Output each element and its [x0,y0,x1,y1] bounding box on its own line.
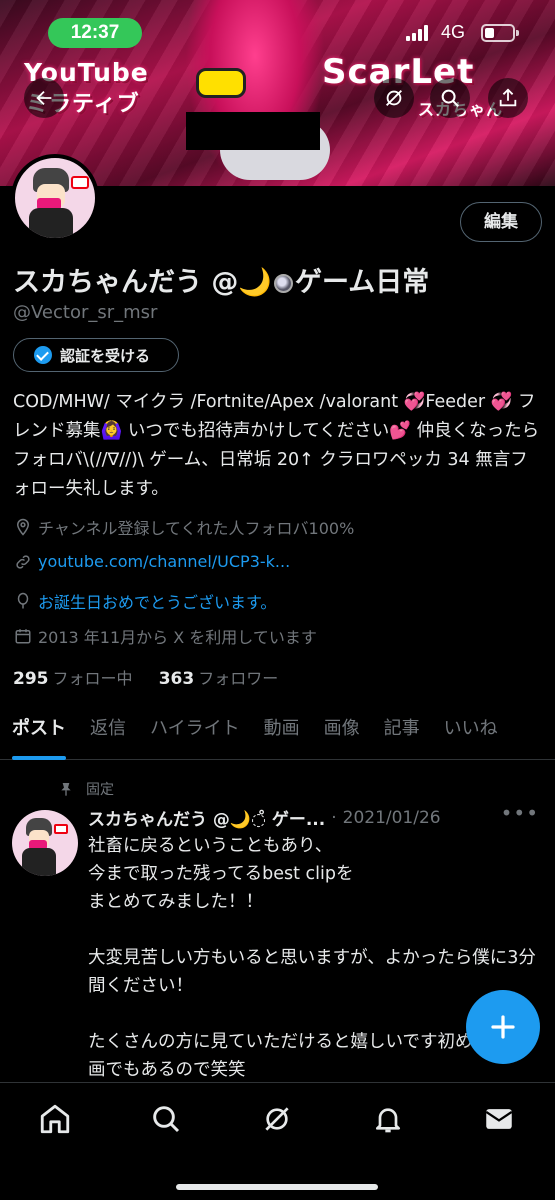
get-verified-button[interactable]: 認証を受ける [13,338,179,372]
profile-link: youtube.com/channel/UCP3-k... [14,552,290,571]
mail-icon [485,1109,513,1129]
tab-replies-label: 返信 [90,718,126,739]
tab-videos[interactable]: 動画 [252,708,312,760]
profile-tabs: ポスト 返信 ハイライト 動画 画像 記事 いいね [0,708,555,760]
profile-location: チャンネル登録してくれた人フォロバ100% [14,515,354,539]
tab-articles-label: 記事 [383,718,420,739]
tab-posts-label: ポスト [12,718,66,739]
tab-photos[interactable]: 画像 [312,708,372,760]
arrow-left-icon [36,90,52,106]
profile-handle: @Vector_sr_msr [13,302,158,323]
grok-icon [265,1107,289,1131]
signal-icon [406,25,428,41]
tab-likes[interactable]: いいね [432,708,510,760]
profile-bio: COD/MHW/ マイクラ /Fortnite/Apex /valorant 💞… [13,392,540,499]
nav-home[interactable] [35,1099,75,1139]
post-author-name[interactable]: スカちゃんだう @🌙◌̊ ゲー... [88,805,325,830]
pinned-label: 固定 [86,782,114,798]
follow-stats: 295 フォロー中 363 フォロワー [13,665,278,689]
planet-emoji-icon [274,274,294,293]
status-time: 12:37 [48,18,142,48]
profile-link-url[interactable]: youtube.com/channel/UCP3-k... [38,552,290,571]
tab-photos-label: 画像 [323,718,360,739]
tab-highlights-label: ハイライト [150,718,240,739]
display-name-moon: 🌙 [238,267,273,298]
bottom-navigation [0,1082,555,1200]
nav-grok[interactable] [257,1099,297,1139]
balloon-icon [17,592,29,609]
location-text: チャンネル登録してくれた人フォロバ100% [38,519,355,538]
search-icon [441,89,459,107]
birthday-text[interactable]: お誕生日おめでとうございます。 [38,589,276,613]
display-name: スカちゃんだう @🌙 ゲーム日常 [13,260,429,299]
profile-birthday: お誕生日おめでとうございます。 [14,589,276,613]
back-button[interactable] [24,78,64,118]
bell-icon [376,1108,400,1133]
search-icon [153,1106,180,1133]
tab-likes-label: いいね [443,718,498,739]
active-tab-indicator [12,756,66,760]
display-name-part1: スカちゃんだう @ [13,267,239,298]
network-type: 4G [441,22,466,42]
pinned-indicator: 固定 [58,779,114,799]
grok-button[interactable] [374,78,414,118]
status-bar: 12:37 4G [0,16,555,50]
post-avatar-youtube-logo [54,824,68,834]
compose-post-button[interactable] [466,990,540,1064]
tab-posts[interactable]: ポスト [0,708,78,760]
share-button[interactable] [488,78,528,118]
following-label: フォロー中 [52,669,133,688]
following-count: 295 [13,669,49,689]
tab-highlights[interactable]: ハイライト [138,708,252,760]
nav-search[interactable] [146,1099,186,1139]
home-indicator [176,1184,378,1190]
tab-videos-label: 動画 [263,718,300,739]
verified-badge-icon [34,346,52,364]
tab-articles[interactable]: 記事 [372,708,432,760]
banner-redaction [186,112,320,150]
followers-link[interactable]: 363 フォロワー [158,669,279,689]
get-verified-label: 認証を受ける [60,346,151,365]
battery-icon [481,24,519,42]
post-separator: · [331,807,337,828]
location-pin-icon [16,518,30,536]
avatar-body [29,208,73,238]
post-author-avatar[interactable] [12,810,78,876]
profile-avatar[interactable] [11,154,99,242]
following-link[interactable]: 295 フォロー中 [13,669,133,689]
post-header: スカちゃんだう @🌙◌̊ ゲー... · 2021/01/26 ••• [88,801,543,830]
avatar-youtube-logo [71,176,89,189]
banner-bow [196,68,246,98]
share-icon [499,88,517,107]
calendar-icon [15,629,31,644]
edit-profile-button[interactable]: 編集 [460,202,542,242]
post-avatar-body [22,848,56,876]
display-name-part2: ゲーム日常 [295,267,430,298]
nav-messages[interactable] [479,1099,519,1139]
post-date[interactable]: 2021/01/26 [343,808,441,828]
pin-icon [61,783,71,796]
search-button[interactable] [430,78,470,118]
nav-notifications[interactable] [368,1099,408,1139]
followers-label: フォロワー [198,669,279,688]
plus-icon [491,1015,515,1039]
profile-joined: 2013 年11月から X を利用しています [14,624,317,648]
tab-replies[interactable]: 返信 [78,708,138,760]
link-icon [16,554,30,569]
joined-text: 2013 年11月から X を利用しています [38,628,317,647]
post-more-button[interactable]: ••• [501,801,539,825]
followers-count: 363 [158,669,195,689]
home-icon [40,1104,70,1134]
grok-icon [386,90,402,106]
